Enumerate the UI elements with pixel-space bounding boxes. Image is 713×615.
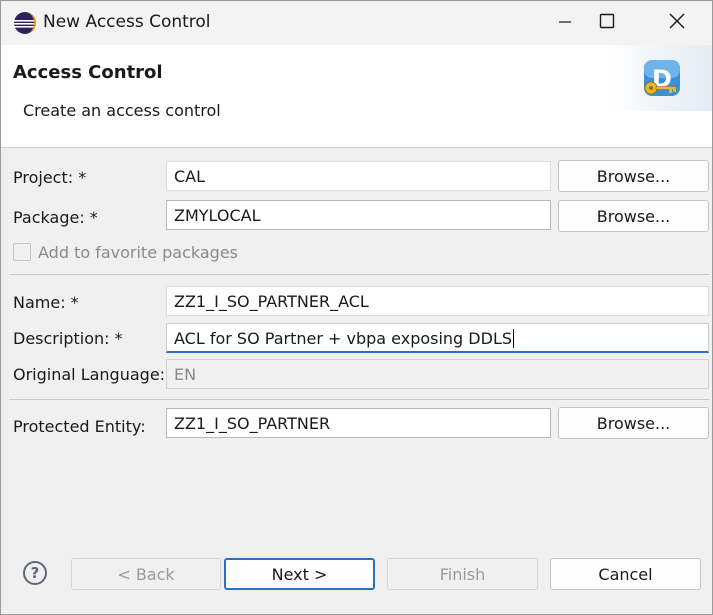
package-value: ZMYLOCAL — [174, 206, 261, 225]
eclipse-icon — [13, 11, 37, 35]
description-label: Description: * — [13, 329, 123, 348]
close-button[interactable] — [647, 1, 707, 45]
header-title: Access Control — [13, 62, 163, 83]
minimize-icon — [558, 14, 572, 33]
entity-field[interactable]: ZZ1_I_SO_PARTNER — [166, 408, 551, 438]
close-icon — [669, 13, 685, 33]
project-value: CAL — [174, 167, 206, 186]
language-label: Original Language: — [13, 365, 166, 384]
description-field[interactable]: ACL for SO Partner + vbpa exposing DDLS — [166, 323, 709, 353]
project-field[interactable]: CAL — [166, 161, 551, 191]
separator — [9, 274, 709, 275]
maximize-button[interactable] — [577, 1, 637, 45]
name-label: Name: * — [13, 293, 79, 312]
entity-browse-button[interactable]: Browse... — [558, 407, 709, 439]
project-browse-button[interactable]: Browse... — [558, 160, 709, 192]
access-key-icon: D — [641, 58, 685, 102]
next-button[interactable]: Next > — [224, 558, 375, 590]
description-value: ACL for SO Partner + vbpa exposing DDLS — [174, 329, 513, 348]
maximize-icon — [599, 13, 615, 33]
package-browse-button[interactable]: Browse... — [558, 200, 709, 232]
package-field[interactable]: ZMYLOCAL — [166, 200, 551, 230]
language-field: EN — [166, 359, 709, 389]
wizard-header: Access Control Create an access control … — [1, 45, 712, 148]
window-title: New Access Control — [43, 12, 211, 32]
language-value: EN — [174, 365, 197, 384]
project-label: Project: * — [13, 168, 87, 187]
name-field[interactable]: ZZ1_I_SO_PARTNER_ACL — [166, 286, 709, 316]
finish-button[interactable]: Finish — [387, 558, 538, 590]
form-area: Project: * CAL Browse... Package: * ZMYL… — [1, 148, 712, 614]
dialog-window: New Access Control Access Control Create… — [0, 0, 713, 615]
name-value: ZZ1_I_SO_PARTNER_ACL — [174, 292, 369, 311]
back-button[interactable]: < Back — [71, 558, 221, 590]
favorite-label: Add to favorite packages — [38, 243, 239, 262]
header-subtitle: Create an access control — [23, 101, 221, 120]
help-icon[interactable]: ? — [23, 561, 47, 585]
entity-label: Protected Entity: — [13, 417, 146, 436]
entity-value: ZZ1_I_SO_PARTNER — [174, 414, 331, 433]
separator — [9, 399, 709, 400]
text-caret — [513, 329, 515, 348]
title-bar[interactable]: New Access Control — [1, 1, 712, 45]
package-label: Package: * — [13, 208, 98, 227]
favorite-checkbox[interactable] — [13, 243, 31, 261]
cancel-button[interactable]: Cancel — [550, 558, 701, 590]
